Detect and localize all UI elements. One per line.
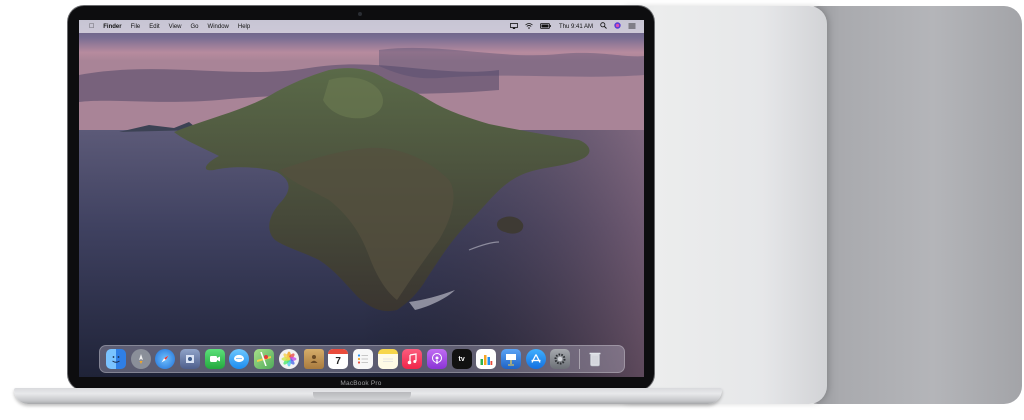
contacts-icon[interactable] bbox=[303, 349, 324, 369]
wallpaper bbox=[79, 20, 644, 377]
lid-opening-notch bbox=[313, 392, 411, 400]
airplay-icon[interactable] bbox=[510, 22, 518, 31]
tv-label: tv bbox=[458, 355, 465, 363]
reminders-icon[interactable] bbox=[352, 349, 373, 369]
status-area: Thu 9:41 AM bbox=[503, 22, 636, 31]
menu-clock[interactable]: Thu 9:41 AM bbox=[559, 24, 593, 30]
wifi-icon[interactable] bbox=[525, 22, 533, 31]
app-store-icon[interactable] bbox=[525, 349, 546, 369]
menu-file[interactable]: File bbox=[131, 24, 141, 30]
system-preferences-icon[interactable] bbox=[550, 349, 571, 369]
dock-separator bbox=[579, 349, 581, 369]
space-gray-lid bbox=[800, 6, 1022, 404]
desktop-screen:  Finder File Edit View Go Window Help T… bbox=[79, 20, 644, 377]
battery-icon[interactable] bbox=[540, 22, 551, 31]
music-icon[interactable] bbox=[402, 349, 423, 369]
safari-icon[interactable] bbox=[155, 349, 176, 369]
control-center-icon[interactable] bbox=[628, 23, 636, 31]
model-label: MacBook Pro bbox=[340, 380, 382, 387]
notes-icon[interactable] bbox=[377, 349, 398, 369]
search-icon[interactable] bbox=[600, 22, 607, 31]
calendar-day: 7 bbox=[335, 355, 341, 367]
menu-finder[interactable]: Finder bbox=[103, 24, 121, 30]
keynote-icon[interactable] bbox=[501, 349, 521, 369]
photos-icon[interactable] bbox=[278, 349, 299, 369]
launchpad-icon[interactable] bbox=[130, 349, 151, 369]
menu-window[interactable]: Window bbox=[208, 24, 229, 30]
menu-view[interactable]: View bbox=[169, 24, 182, 30]
menu-go[interactable]: Go bbox=[191, 24, 199, 30]
apple-logo-icon[interactable]:  bbox=[89, 23, 94, 30]
podcasts-icon[interactable] bbox=[426, 349, 447, 369]
finder-icon[interactable] bbox=[106, 349, 126, 369]
menu-edit[interactable]: Edit bbox=[149, 24, 159, 30]
messages-icon[interactable] bbox=[229, 349, 250, 369]
facetime-icon[interactable] bbox=[204, 349, 225, 369]
menu-bar:  Finder File Edit View Go Window Help T… bbox=[79, 20, 644, 33]
menu-help[interactable]: Help bbox=[238, 24, 250, 30]
numbers-icon[interactable] bbox=[476, 349, 497, 369]
siri-icon[interactable] bbox=[614, 22, 621, 31]
dock: 7 tv bbox=[99, 345, 625, 373]
apple-tv-icon[interactable]: tv bbox=[451, 349, 472, 369]
camera-icon bbox=[358, 12, 362, 16]
photo-booth-icon[interactable] bbox=[180, 349, 201, 369]
trash-icon[interactable] bbox=[585, 349, 605, 369]
calendar-icon[interactable]: 7 bbox=[328, 349, 349, 369]
maps-icon[interactable] bbox=[254, 349, 275, 369]
